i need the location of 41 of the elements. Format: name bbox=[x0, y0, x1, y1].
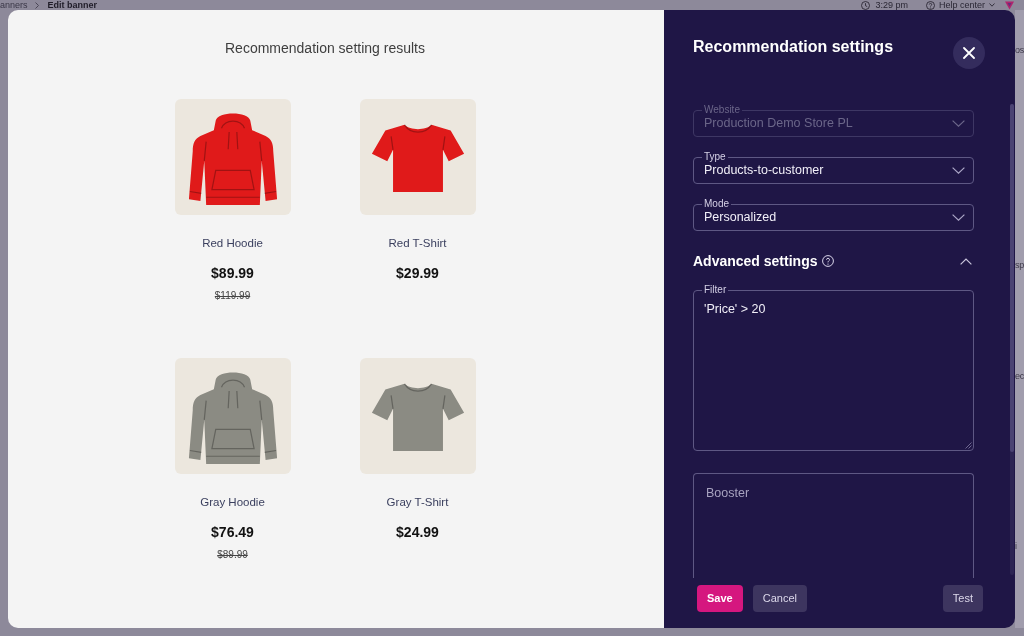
product-price: $29.99 bbox=[396, 264, 439, 282]
field-label: Website bbox=[702, 104, 742, 115]
field-label: Filter bbox=[702, 284, 729, 295]
background-text: sp bbox=[1015, 259, 1024, 271]
chevron-down-icon[interactable] bbox=[952, 214, 965, 221]
field-label: Type bbox=[702, 151, 728, 162]
chevron-up-icon[interactable] bbox=[960, 257, 972, 265]
product-price: $24.99 bbox=[396, 523, 439, 541]
product-price: $89.99 bbox=[211, 264, 254, 282]
old-price: $89.99 bbox=[217, 549, 248, 561]
resize-handle-icon[interactable] bbox=[965, 442, 972, 449]
save-button[interactable]: Save bbox=[697, 585, 743, 612]
cancel-button[interactable]: Cancel bbox=[752, 585, 807, 612]
time-text: 3:29 pm bbox=[875, 0, 908, 10]
chevron-down-icon[interactable] bbox=[952, 167, 965, 174]
logo-icon[interactable] bbox=[1005, 0, 1014, 10]
clock-icon bbox=[861, 0, 871, 10]
close-button[interactable] bbox=[953, 37, 985, 69]
close-icon bbox=[963, 47, 975, 59]
panel-title: Recommendation settings bbox=[693, 37, 894, 57]
section-toggle[interactable]: Advanced settings bbox=[693, 251, 974, 271]
text-area-field[interactable]: Booster bbox=[693, 473, 974, 578]
product-name[interactable]: Red Hoodie bbox=[202, 236, 263, 250]
product-name[interactable]: Red T-Shirt bbox=[388, 236, 447, 250]
scrollbar-thumb[interactable] bbox=[1010, 104, 1014, 452]
background-text: os bbox=[1015, 44, 1024, 56]
chevron-right-icon bbox=[34, 1, 39, 9]
old-price: $119.99 bbox=[214, 290, 251, 302]
product-name[interactable]: Gray T-Shirt bbox=[386, 495, 449, 509]
breadcrumb-link[interactable]: anners bbox=[0, 0, 28, 10]
background-text: ec bbox=[1015, 370, 1024, 382]
test-button[interactable]: Test bbox=[942, 585, 983, 612]
chevron-down-icon[interactable] bbox=[952, 120, 965, 127]
breadcrumb-current: Edit banner bbox=[47, 0, 98, 10]
help-center-link[interactable]: Help center bbox=[938, 0, 985, 10]
caret-icon[interactable] bbox=[989, 3, 995, 7]
results-title: Recommendation setting results bbox=[224, 40, 426, 56]
scrollbar-track[interactable] bbox=[1010, 104, 1014, 575]
product-price: $76.49 bbox=[211, 523, 254, 541]
product-name[interactable]: Gray Hoodie bbox=[200, 495, 265, 509]
field-label: Mode bbox=[702, 198, 731, 209]
